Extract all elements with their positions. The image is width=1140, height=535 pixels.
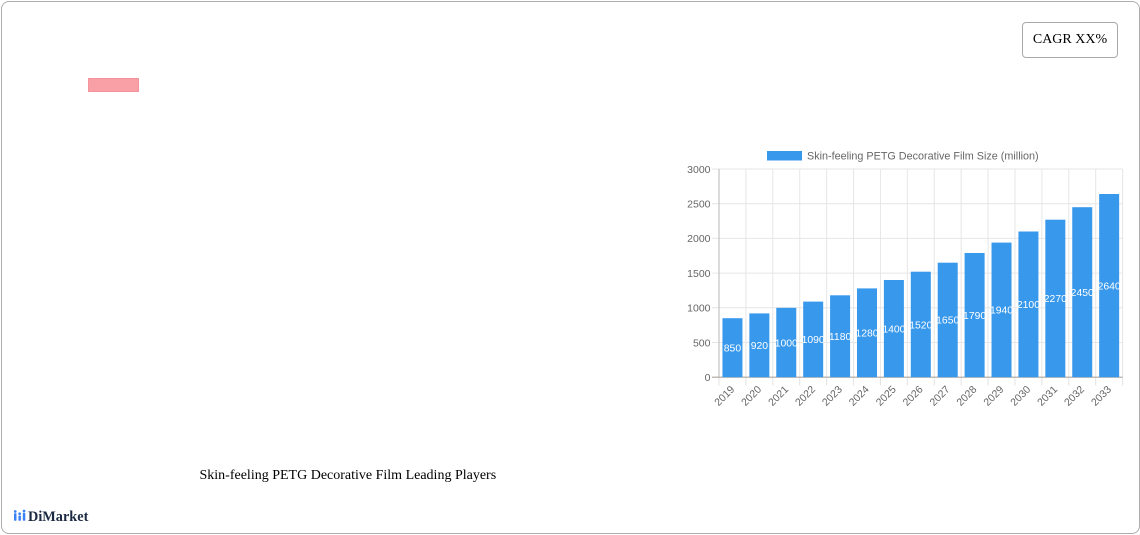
svg-text:2032: 2032 (1062, 384, 1087, 409)
svg-text:2029: 2029 (981, 384, 1006, 409)
svg-text:1280: 1280 (855, 329, 878, 340)
svg-text:2030: 2030 (1008, 384, 1033, 409)
svg-text:2270: 2270 (1044, 294, 1067, 305)
svg-text:Skin-feeling PETG Decorative F: Skin-feeling PETG Decorative Film Size (… (807, 151, 1039, 163)
svg-text:2025: 2025 (874, 384, 899, 409)
svg-text:1790: 1790 (963, 311, 986, 322)
svg-text:2024: 2024 (847, 384, 872, 409)
svg-text:920: 920 (751, 341, 769, 352)
svg-text:2028: 2028 (954, 384, 979, 409)
svg-text:2019: 2019 (712, 384, 737, 409)
svg-text:1180: 1180 (829, 332, 852, 343)
svg-text:1090: 1090 (802, 335, 825, 346)
svg-text:1400: 1400 (882, 324, 905, 335)
svg-text:0: 0 (705, 372, 711, 384)
svg-text:2027: 2027 (928, 384, 953, 409)
svg-text:2026: 2026 (901, 384, 926, 409)
svg-text:2100: 2100 (1017, 300, 1040, 311)
svg-text:2033: 2033 (1089, 384, 1114, 409)
svg-text:2031: 2031 (1035, 384, 1060, 409)
svg-text:2450: 2450 (1071, 288, 1094, 299)
svg-text:850: 850 (724, 344, 742, 355)
svg-text:1520: 1520 (909, 320, 932, 331)
svg-text:2021: 2021 (766, 384, 791, 409)
svg-text:2023: 2023 (820, 384, 845, 409)
svg-text:2000: 2000 (687, 233, 711, 245)
svg-text:1650: 1650 (936, 316, 959, 327)
svg-text:1000: 1000 (687, 303, 711, 315)
svg-text:2500: 2500 (687, 199, 711, 211)
svg-text:3000: 3000 (687, 164, 711, 176)
svg-text:500: 500 (693, 337, 711, 349)
svg-text:1500: 1500 (687, 268, 711, 280)
svg-text:2022: 2022 (793, 384, 818, 409)
svg-text:2020: 2020 (739, 384, 764, 409)
svg-text:1000: 1000 (775, 338, 798, 349)
svg-text:1940: 1940 (990, 306, 1013, 317)
svg-text:2640: 2640 (1098, 281, 1121, 292)
